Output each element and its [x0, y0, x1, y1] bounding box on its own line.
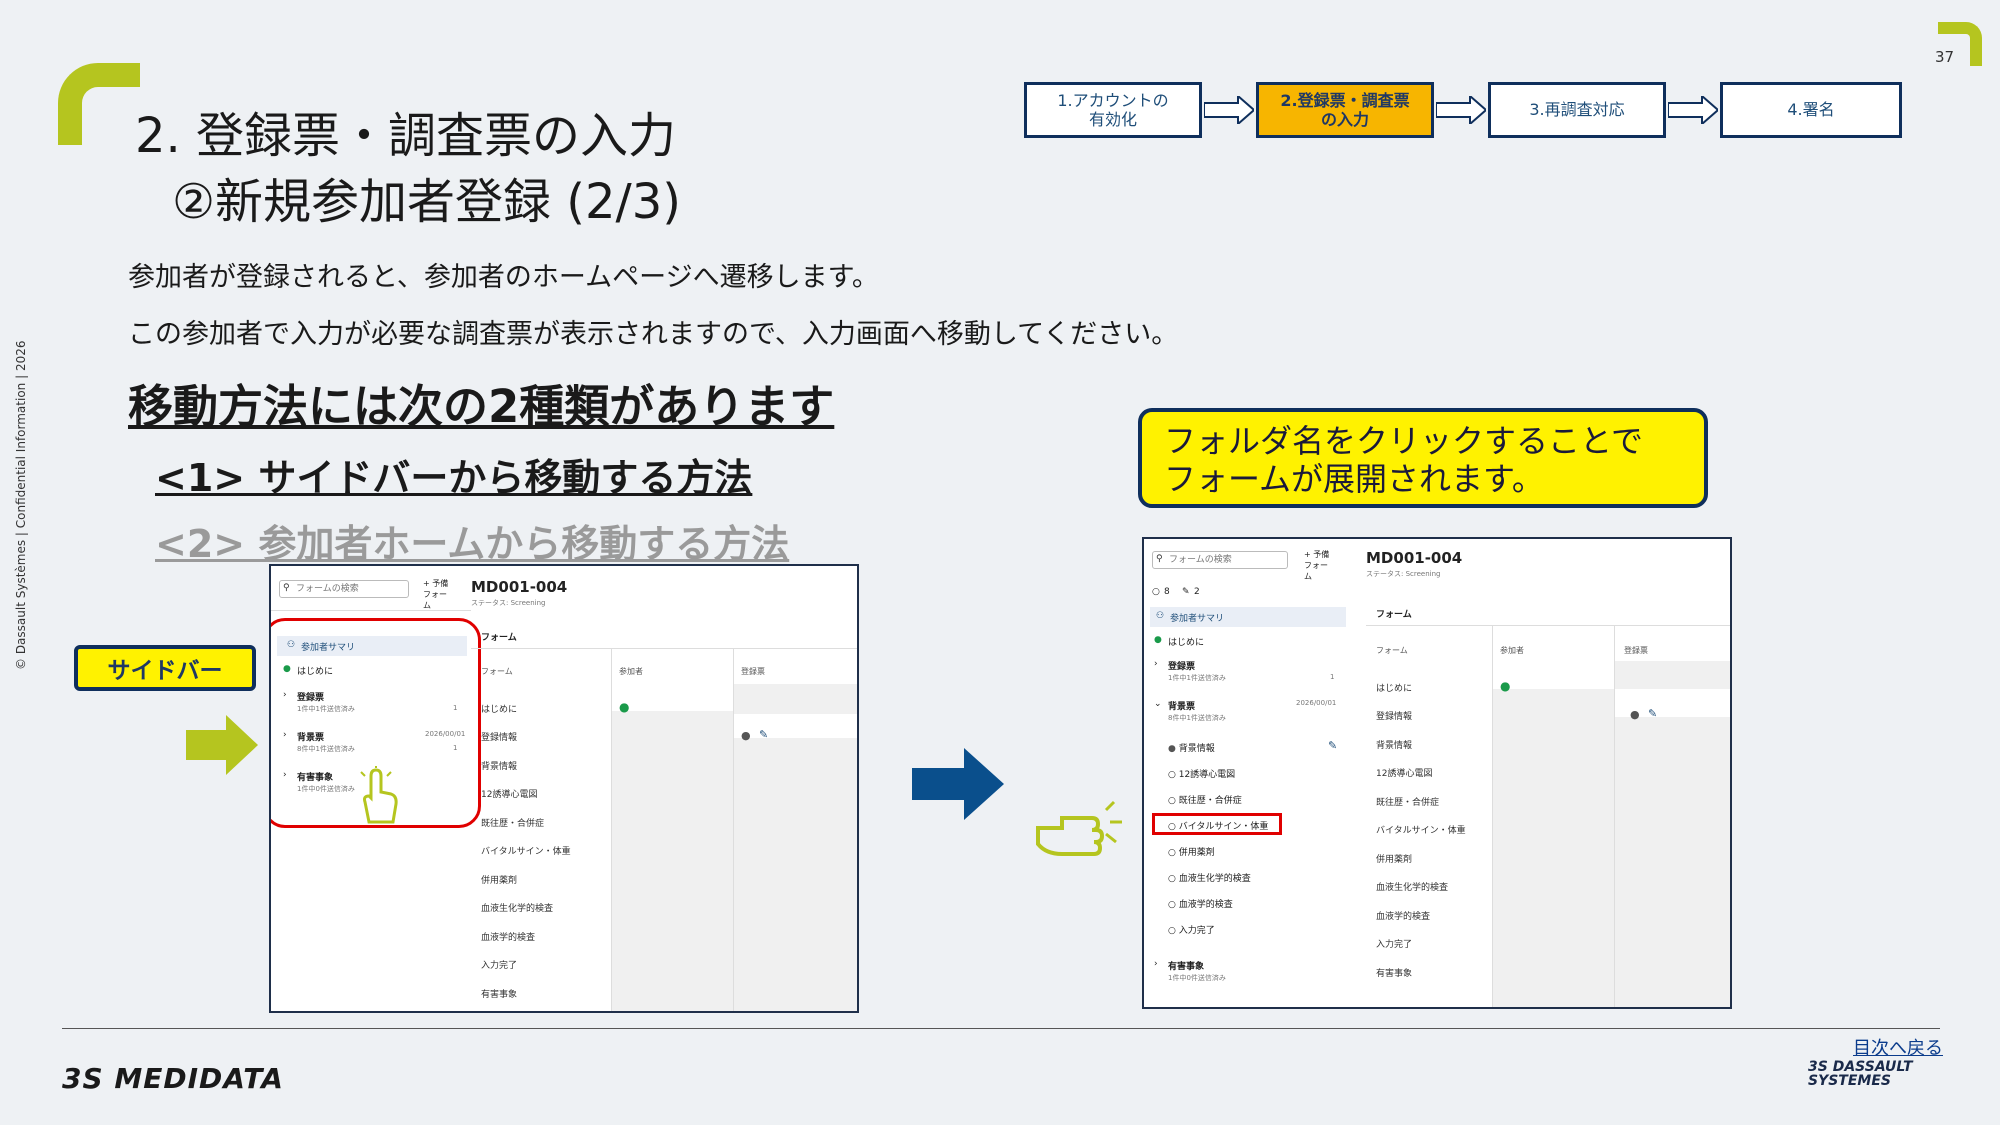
page-number: 37	[1935, 48, 1955, 66]
step-arrow-icon	[1204, 96, 1254, 124]
screenshot-sidebar-expanded: フォームの検索 ⚲ + 予備フォーム MD001-004 ステータス: Scre…	[1142, 537, 1732, 1009]
user-icon: ⚇	[1156, 611, 1165, 621]
instruction-paragraph-1: 参加者が登録されると、参加者のホームページへ遷移します。	[128, 262, 879, 293]
sidebar-form-ecg[interactable]: ○ 12誘導心電図	[1168, 767, 1235, 780]
search-icon: ⚲	[1156, 554, 1163, 564]
forms-title: フォーム	[1376, 610, 1412, 620]
search-icon: ⚲	[283, 583, 290, 593]
open-count-icon: ○	[1152, 587, 1160, 597]
dassault-logo: 3S DASSAULT SYSTEMES	[1808, 1059, 1913, 1089]
sidebar-folder-registration[interactable]: › 登録票 1件中1件送信済み 1	[1150, 657, 1346, 689]
chevron-down-icon: ⌄	[1154, 699, 1162, 709]
subject-id: MD001-004	[471, 578, 568, 596]
green-arrow-right-icon	[186, 715, 258, 775]
chevron-right-icon: ›	[1154, 659, 1158, 669]
empty-circle-icon: ○	[1168, 848, 1179, 858]
step-3: 3.再調査対応	[1488, 82, 1666, 138]
page-title: 2. 登録票・調査票の入力	[135, 108, 677, 164]
subject-status: ステータス: Screening	[1366, 570, 1441, 578]
forms-title: フォーム	[481, 633, 517, 643]
blue-arrow-right-icon	[912, 748, 1004, 820]
instruction-paragraph-2: この参加者で入力が必要な調査票が表示されますので、入力画面へ移動してください。	[128, 319, 1179, 350]
add-form-button[interactable]: + 予備フォーム	[423, 578, 453, 611]
method-2-link[interactable]: <2> 参加者ホームから移動する方法	[155, 513, 789, 568]
sidebar-folder-background[interactable]: ⌄ 背景票 2026/00/01 8件中1件送信済み	[1150, 697, 1346, 729]
tap-hand-icon	[360, 766, 398, 824]
screenshot-sidebar-collapsed: フォームの検索 ⚲ + 予備フォーム MD001-004 ステータス: Scre…	[269, 564, 859, 1013]
step-4: 4.署名	[1720, 82, 1902, 138]
check-circle-icon: ●	[619, 700, 630, 714]
check-circle-icon: ●	[1500, 679, 1511, 693]
sidebar-form-hematology[interactable]: ○ 血液学的検査	[1168, 897, 1233, 910]
medidata-logo: 3S MEDIDATA	[62, 1062, 284, 1095]
toc-link[interactable]: 目次へ戻る	[1853, 1034, 1943, 1060]
subject-id: MD001-004	[1366, 549, 1463, 567]
step-1: 1.アカウントの 有効化	[1024, 82, 1202, 138]
empty-circle-icon: ○	[1168, 926, 1179, 936]
sidebar-form-background-info[interactable]: ● 背景情報	[1168, 741, 1215, 754]
step-arrow-icon	[1668, 96, 1718, 124]
pointing-hand-icon	[1036, 800, 1122, 856]
method-1-link[interactable]: <1> サイドバーから移動する方法	[155, 447, 752, 502]
form-search-input[interactable]: フォームの検索	[1152, 551, 1288, 569]
empty-circle-icon: ○	[1168, 900, 1179, 910]
status-dot-icon: ●	[741, 729, 751, 742]
status-dot-icon: ●	[1168, 744, 1179, 754]
sidebar-form-complete[interactable]: ○ 入力完了	[1168, 923, 1215, 936]
sidebar-item-intro[interactable]: ● はじめに	[1150, 631, 1346, 651]
sidebar-form-conmed[interactable]: ○ 併用薬剤	[1168, 845, 1215, 858]
empty-circle-icon: ○	[1168, 874, 1179, 884]
sidebar-folder-adverse-events[interactable]: › 有害事象 1件中0件送信済み	[1150, 957, 1346, 989]
sidebar-form-chemistry[interactable]: ○ 血液生化学的検査	[1168, 871, 1251, 884]
callout-box: フォルダ名をクリックすることで フォームが展開されます。	[1138, 408, 1708, 508]
step-flow: 1.アカウントの 有効化 2.登録票・調査票 の入力 3.再調査対応 4.署名	[1024, 82, 1904, 140]
methods-heading: 移動方法には次の2種類があります	[128, 380, 835, 433]
vitals-highlight	[1152, 813, 1282, 835]
sidebar-label-box: サイドバー	[74, 645, 256, 691]
chevron-right-icon: ›	[1154, 959, 1158, 969]
sidebar-form-history[interactable]: ○ 既往歴・合併症	[1168, 793, 1242, 806]
empty-circle-icon: ○	[1168, 796, 1179, 806]
status-dot-icon: ●	[1630, 708, 1640, 721]
subject-status: ステータス: Screening	[471, 599, 546, 607]
check-circle-icon: ●	[1154, 635, 1162, 645]
add-form-button[interactable]: + 予備フォーム	[1304, 549, 1334, 582]
edit-count-icon: ✎	[1182, 587, 1190, 597]
sidebar-item-participant-summary[interactable]: ⚇ 参加者サマリ	[1150, 607, 1346, 627]
step-arrow-icon	[1436, 96, 1486, 124]
form-search-input[interactable]: フォームの検索	[279, 580, 409, 598]
corner-bracket-top-left	[58, 63, 140, 145]
confidential-notice: © Dassault Systèmes | Confidential Infor…	[14, 340, 28, 670]
page-subtitle: ②新規参加者登録 (2/3)	[172, 174, 681, 230]
edit-pencil-icon[interactable]: ✎	[759, 728, 768, 741]
footer-divider	[62, 1028, 1940, 1029]
step-2: 2.登録票・調査票 の入力	[1256, 82, 1434, 138]
edit-pencil-icon[interactable]: ✎	[1328, 739, 1337, 752]
empty-circle-icon: ○	[1168, 770, 1179, 780]
edit-pencil-icon[interactable]: ✎	[1648, 707, 1657, 720]
